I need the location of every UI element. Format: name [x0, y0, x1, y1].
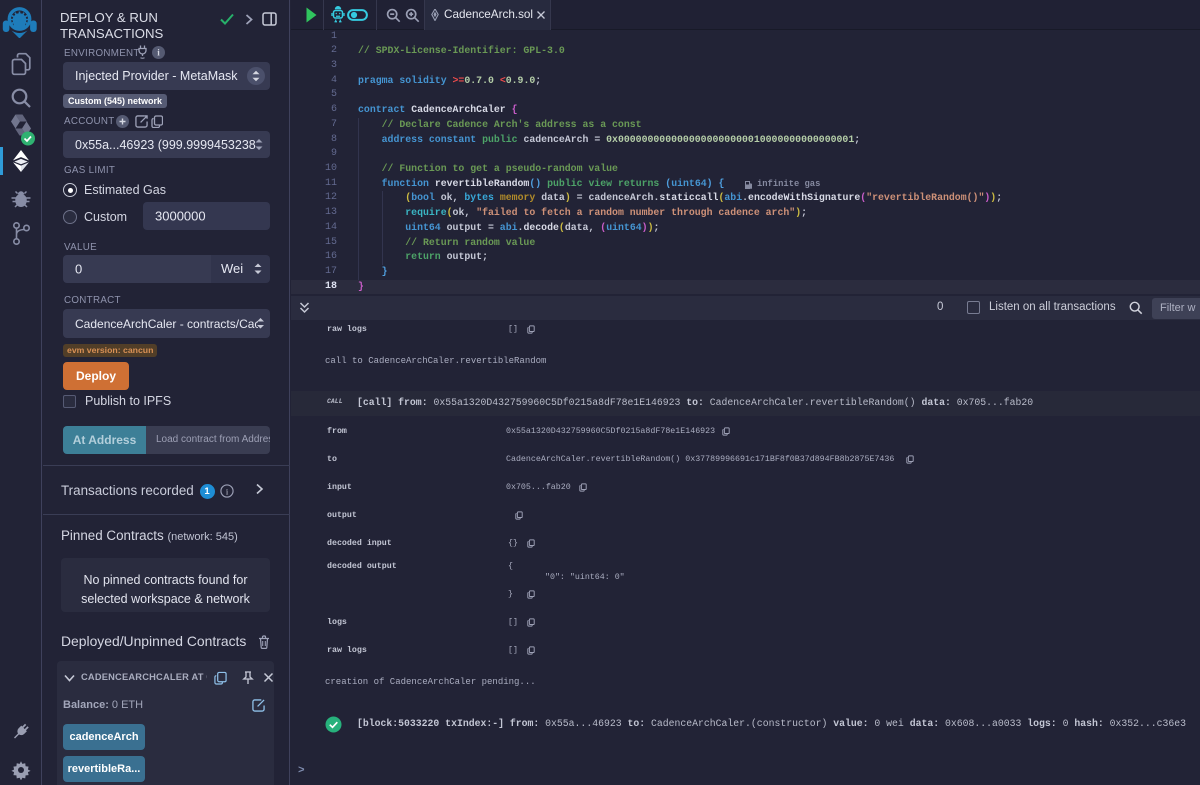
svg-text:i: i [226, 487, 229, 497]
